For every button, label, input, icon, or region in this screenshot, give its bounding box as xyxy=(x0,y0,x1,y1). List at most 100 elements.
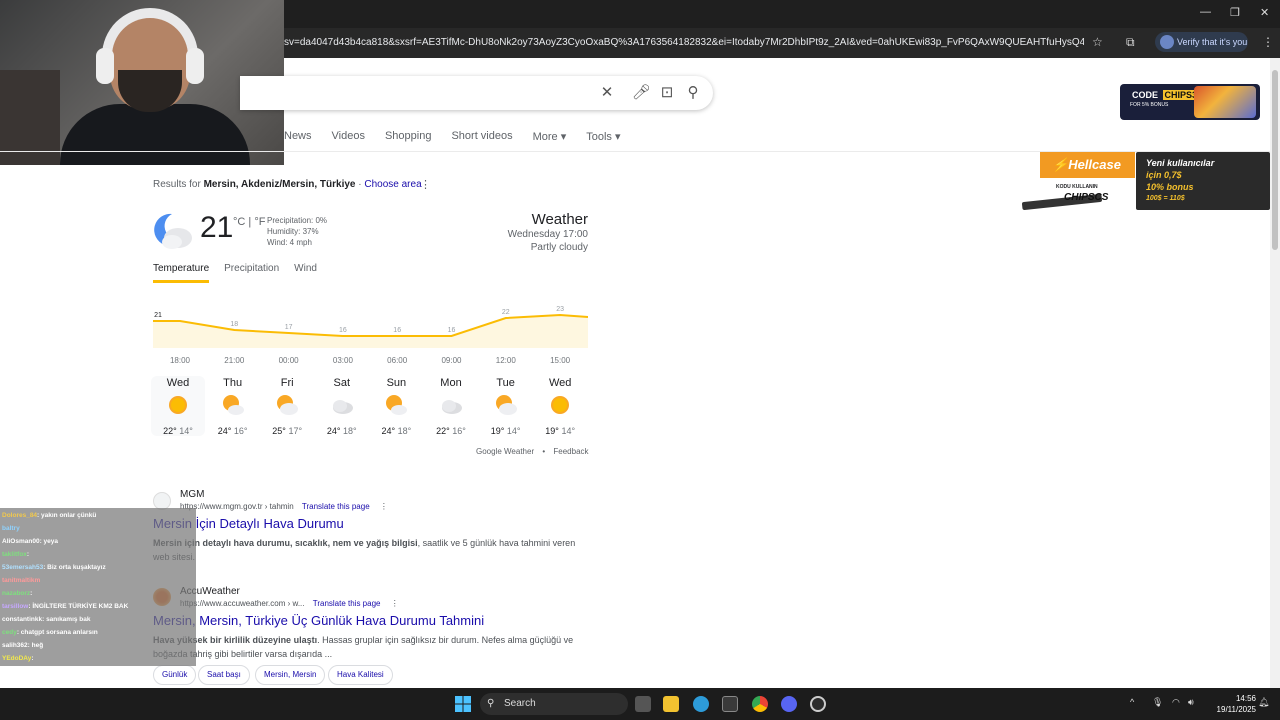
result-title-link[interactable]: Mersin, Mersin, Türkiye Üç Günlük Hava D… xyxy=(153,613,484,628)
volume-icon[interactable]: 🔊︎ xyxy=(1188,697,1194,708)
chat-message: constantinkk: sanıkamış bak xyxy=(2,616,91,623)
forecast-day[interactable]: Tue 19° 14° xyxy=(479,376,533,436)
weather-options-icon[interactable]: ⋮ xyxy=(420,178,431,191)
weather-heading: Weather Wednesday 17:00 Partly cloudy xyxy=(480,211,588,254)
result-options-icon[interactable]: ⋮ xyxy=(391,599,399,608)
chart-x-tick-label: 15:00 xyxy=(550,356,571,365)
chart-value-label: 16 xyxy=(339,327,347,334)
unit-toggle[interactable]: °C | °F xyxy=(233,216,265,228)
chip-saat-basi[interactable]: Saat başı xyxy=(198,665,250,685)
tray-expand-icon[interactable]: ^ xyxy=(1130,697,1134,707)
extensions-icon[interactable]: ⧉ xyxy=(1126,35,1135,50)
promo-line-3: 10% bonus xyxy=(1146,182,1194,192)
chat-username: tarsillow xyxy=(2,603,29,610)
edge-icon[interactable] xyxy=(693,696,709,712)
ad-banner-hellcase[interactable]: ⚡Hellcase KODU KULLANIN CHIPSCS Yeni kul… xyxy=(1021,152,1272,212)
day-name: Mon xyxy=(440,377,462,389)
minimize-icon[interactable]: — xyxy=(1200,6,1211,18)
ad-banner-chips[interactable]: CODE CHIPS31 FOR 5% BONUS xyxy=(1120,84,1260,120)
chat-message: AliOsman00: yeya xyxy=(2,538,58,545)
lens-search-icon[interactable]: ⊡ xyxy=(658,84,676,102)
sunny-icon xyxy=(169,396,187,414)
temperature-chart: 21 18:00 18 21:00 17 00:00 16 03:00 16 06:00 16 09:… xyxy=(153,306,588,365)
tab-news[interactable]: News xyxy=(284,130,312,143)
chart-value-label: 17 xyxy=(285,324,293,331)
result-url[interactable]: https://www.accuweather.com › w... xyxy=(180,599,305,608)
weather-tabs: Temperature Precipitation Wind xyxy=(153,263,332,283)
choose-area-link[interactable]: Choose area xyxy=(364,179,421,190)
weather-details: Precipitation: 0% Humidity: 37% Wind: 4 … xyxy=(267,215,327,248)
forecast-day[interactable]: Thu 24° 16° xyxy=(206,376,260,436)
chip-hava-kalitesi[interactable]: Hava Kalitesi xyxy=(328,665,393,685)
chat-text: : yakın onlar çünkü xyxy=(37,512,97,519)
discord-icon[interactable] xyxy=(781,696,797,712)
tab-tools[interactable]: Tools ▾ xyxy=(586,130,620,143)
day-temps: 19° 14° xyxy=(479,426,533,436)
google-weather-link[interactable]: Google Weather xyxy=(476,447,534,456)
url-field[interactable]: sv=da4047d43b4ca818&sxsrf=AE3TifMc-DhU8o… xyxy=(284,34,1084,52)
chat-username: 53emersah53 xyxy=(2,564,44,571)
day-high: 24° xyxy=(381,426,396,436)
webcam-person-body xyxy=(60,104,250,165)
verify-profile-button[interactable]: Verify that it's you xyxy=(1155,32,1248,52)
forecast-day[interactable]: Sat 24° 18° xyxy=(315,376,369,436)
tab-short-videos[interactable]: Short videos xyxy=(451,130,512,143)
file-explorer-icon[interactable] xyxy=(663,696,679,712)
store-icon[interactable] xyxy=(722,696,738,712)
voice-search-icon[interactable]: 🎤︎ xyxy=(632,84,651,102)
translate-link[interactable]: Translate this page xyxy=(313,599,381,608)
taskbar-clock[interactable]: 14:56 19/11/2025 xyxy=(1200,693,1256,715)
chip-mersin[interactable]: Mersin, Mersin xyxy=(255,665,326,685)
feedback-link[interactable]: Feedback xyxy=(553,447,588,456)
windows-start-icon[interactable] xyxy=(455,696,471,712)
chart-value-label: 16 xyxy=(393,327,401,334)
chat-text: : xyxy=(31,655,34,662)
partly-sunny-icon xyxy=(222,395,244,415)
footer-separator: • xyxy=(542,447,546,456)
tab-wind[interactable]: Wind xyxy=(294,263,317,283)
forecast-day[interactable]: Fri 25° 17° xyxy=(260,376,314,436)
chrome-icon[interactable] xyxy=(752,696,768,712)
results-for-line: Results for Mersin, Akdeniz/Mersin, Türk… xyxy=(153,179,422,190)
tab-temperature[interactable]: Temperature xyxy=(153,263,210,283)
chat-text: : yeya xyxy=(39,538,59,545)
task-view-icon[interactable] xyxy=(635,696,651,712)
scrollbar-thumb[interactable] xyxy=(1272,70,1278,250)
wifi-icon[interactable]: ◠ xyxy=(1172,697,1180,708)
day-low: 14° xyxy=(179,426,193,436)
chip-gunluk[interactable]: Günlük xyxy=(153,665,197,685)
close-window-icon[interactable]: ✕ xyxy=(1260,6,1269,19)
microphone-icon[interactable]: 🎙︎ xyxy=(1152,697,1163,708)
maximize-icon[interactable]: ❐ xyxy=(1230,6,1240,19)
tab-shopping[interactable]: Shopping xyxy=(385,130,432,143)
ad-code: CODE CHIPS31 xyxy=(1130,90,1205,100)
tab-precipitation[interactable]: Precipitation xyxy=(224,263,279,283)
forecast-day[interactable]: Sun 24° 18° xyxy=(369,376,423,436)
search-icon[interactable]: ⚲ xyxy=(684,84,702,102)
headphone-cup-right xyxy=(186,48,204,84)
current-temperature: 21 xyxy=(200,211,234,244)
day-high: 24° xyxy=(217,426,232,436)
tab-videos[interactable]: Videos xyxy=(332,130,365,143)
result-options-icon[interactable]: ⋮ xyxy=(380,502,388,511)
forecast-day[interactable]: Mon 22° 16° xyxy=(424,376,478,436)
browser-menu-icon[interactable]: ⋮ xyxy=(1262,35,1274,49)
forecast-day[interactable]: Wed 19° 14° xyxy=(533,376,587,436)
day-high: 24° xyxy=(326,426,341,436)
bookmark-star-icon[interactable]: ☆ xyxy=(1092,35,1103,49)
search-box[interactable]: ✕ 🎤︎ ⊡ ⚲ xyxy=(240,76,713,110)
clear-search-icon[interactable]: ✕ xyxy=(598,84,616,102)
chat-username: nazaborz xyxy=(2,590,31,597)
notification-icon[interactable]: 🔔︎ xyxy=(1258,697,1269,708)
chat-message: tanitmaltikm xyxy=(2,577,40,584)
result-url[interactable]: https://www.mgm.gov.tr › tahmin xyxy=(180,502,294,511)
app-icon[interactable] xyxy=(810,696,826,712)
day-high: 22° xyxy=(163,426,177,436)
chat-message: Dolores_84: yakın onlar çünkü xyxy=(2,512,96,519)
translate-link[interactable]: Translate this page xyxy=(302,502,370,511)
forecast-day[interactable]: Wed 22° 14° xyxy=(151,376,205,436)
taskbar-search[interactable]: ⚲ Search xyxy=(480,693,628,715)
hellcase-brand: Hellcase xyxy=(1068,157,1121,172)
chat-message: taklitfox: xyxy=(2,551,29,558)
tab-more[interactable]: More ▾ xyxy=(533,130,567,143)
